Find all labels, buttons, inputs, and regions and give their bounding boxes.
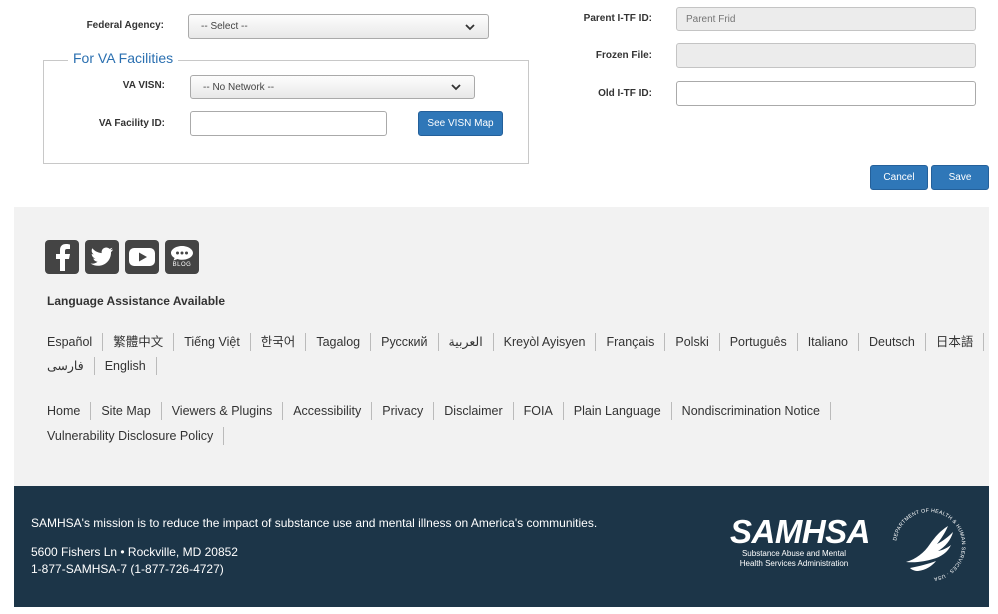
language-link[interactable]: فارسی: [47, 357, 95, 375]
hhs-seal-text: DEPARTMENT OF HEALTH & HUMAN SERVICES · …: [892, 508, 965, 582]
footer-link[interactable]: Plain Language: [564, 402, 672, 420]
frozen-file-input: [676, 43, 976, 68]
old-itf-id-label: Old I-TF ID:: [598, 88, 652, 99]
hhs-seal-icon[interactable]: DEPARTMENT OF HEALTH & HUMAN SERVICES · …: [890, 504, 968, 586]
footer-link[interactable]: Vulnerability Disclosure Policy: [47, 427, 225, 445]
chevron-down-icon: [465, 23, 475, 30]
footer-link[interactable]: Accessibility: [283, 402, 373, 420]
youtube-icon[interactable]: [125, 240, 159, 274]
language-link[interactable]: 繁體中文: [103, 333, 175, 351]
samhsa-logo[interactable]: SAMHSA Substance Abuse and Mental Health…: [730, 513, 871, 575]
footer-link[interactable]: Nondiscrimination Notice: [672, 402, 831, 420]
blog-icon[interactable]: BLOG: [165, 240, 199, 274]
language-links-row-2: فارسی English: [47, 357, 157, 375]
footer-link[interactable]: Site Map: [91, 402, 162, 420]
federal-agency-value: -- Select --: [201, 21, 248, 32]
language-link[interactable]: Kreyòl Ayisyen: [494, 333, 597, 351]
footer-bottom-bar: SAMHSA's mission is to reduce the impact…: [14, 486, 989, 607]
see-visn-map-button[interactable]: See VISN Map: [418, 111, 503, 136]
samhsa-logo-word: SAMHSA: [730, 513, 871, 550]
blog-label: BLOG: [172, 262, 192, 268]
language-link[interactable]: Tiếng Việt: [174, 333, 251, 351]
facebook-icon[interactable]: [45, 240, 79, 274]
va-visn-value: -- No Network --: [203, 81, 275, 93]
old-itf-id-input[interactable]: [676, 81, 976, 106]
language-link[interactable]: English: [95, 357, 157, 375]
footer-link[interactable]: Disclaimer: [434, 402, 514, 420]
parent-itf-id-input: [676, 7, 976, 31]
footer-link[interactable]: FOIA: [514, 402, 564, 420]
va-facility-id-label: VA Facility ID:: [98, 118, 165, 129]
samhsa-logo-subtitle: Substance Abuse and Mental Health Servic…: [739, 549, 849, 568]
twitter-icon[interactable]: [85, 240, 119, 274]
language-link[interactable]: Русский: [371, 333, 439, 351]
language-link[interactable]: العربية: [439, 333, 494, 351]
svg-text:DEPARTMENT OF HEALTH & HUMAN S: DEPARTMENT OF HEALTH & HUMAN SERVICES · …: [892, 508, 966, 582]
phone-number: 1-877-SAMHSA-7 (1-877-726-4727): [31, 562, 224, 576]
save-button[interactable]: Save: [931, 165, 989, 190]
language-link[interactable]: Polski: [665, 333, 720, 351]
va-visn-select[interactable]: -- No Network --: [190, 75, 475, 99]
language-link[interactable]: Italiano: [798, 333, 860, 351]
language-link[interactable]: 한국어: [251, 333, 307, 351]
footer-links-row-2: Vulnerability Disclosure Policy: [47, 427, 225, 445]
va-facilities-legend: For VA Facilities: [68, 50, 179, 66]
footer-link[interactable]: Privacy: [372, 402, 435, 420]
parent-itf-id-label: Parent I-TF ID:: [583, 13, 652, 24]
language-link[interactable]: Deutsch: [859, 333, 926, 351]
va-facility-id-input[interactable]: [190, 111, 387, 136]
address: 5600 Fishers Ln • Rockville, MD 20852: [31, 545, 238, 559]
mission-statement: SAMHSA's mission is to reduce the impact…: [31, 516, 598, 530]
language-link[interactable]: 日本語: [926, 333, 985, 351]
site-footer: BLOG Language Assistance Available Españ…: [14, 207, 989, 486]
chevron-down-icon: [451, 84, 461, 91]
va-visn-label: VA VISN:: [122, 80, 165, 91]
language-links-row-1: Español 繁體中文 Tiếng Việt 한국어 Tagalog Русс…: [47, 333, 985, 351]
cancel-button[interactable]: Cancel: [870, 165, 928, 190]
language-link[interactable]: Tagalog: [306, 333, 372, 351]
language-link[interactable]: Español: [47, 333, 104, 351]
language-link[interactable]: Português: [720, 333, 798, 351]
language-link[interactable]: Français: [596, 333, 666, 351]
federal-agency-label: Federal Agency:: [86, 20, 164, 31]
footer-link[interactable]: Home: [47, 402, 92, 420]
frozen-file-label: Frozen File:: [595, 50, 652, 61]
footer-links-row-1: Home Site Map Viewers & Plugins Accessib…: [47, 402, 831, 420]
language-assistance-title: Language Assistance Available: [47, 294, 226, 308]
footer-link[interactable]: Viewers & Plugins: [162, 402, 284, 420]
social-links: BLOG: [45, 240, 199, 274]
federal-agency-select[interactable]: -- Select --: [188, 14, 489, 39]
